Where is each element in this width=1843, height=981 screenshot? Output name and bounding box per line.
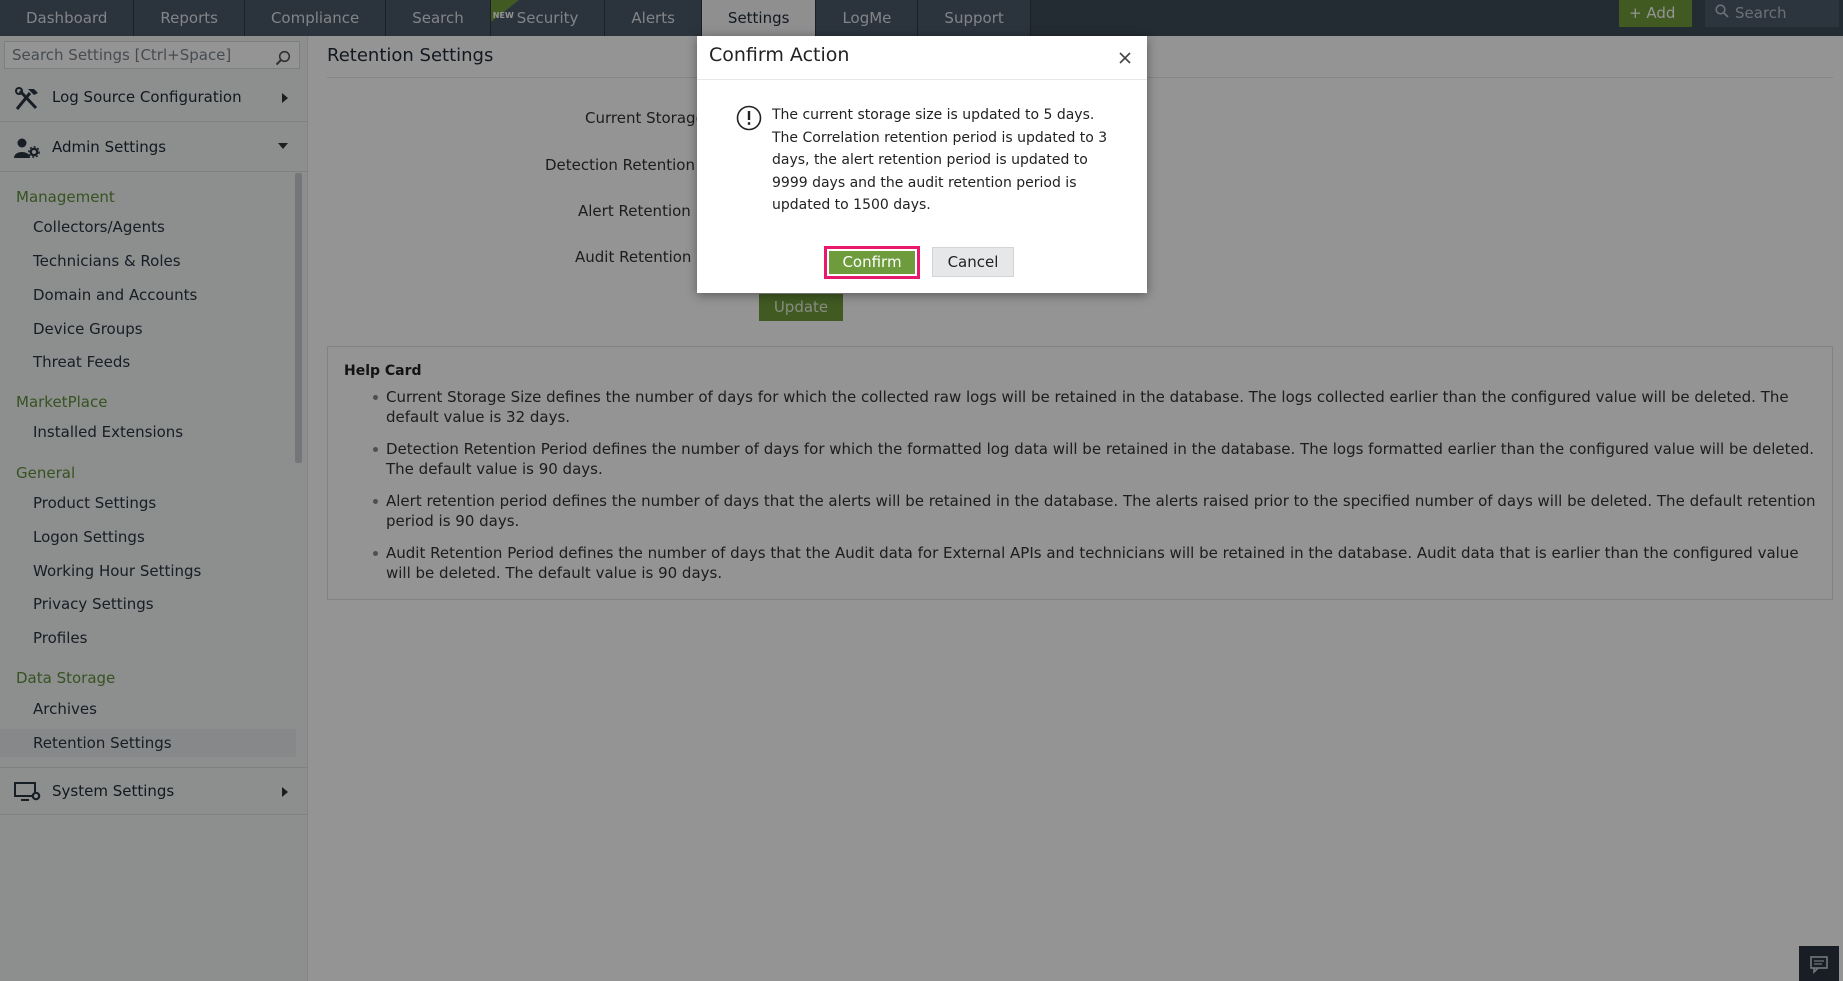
dialog-divider [697,79,1147,80]
confirm-action-dialog: Confirm Action The current storage size … [697,36,1147,293]
dialog-message: The current storage size is updated to 5… [772,107,1108,213]
cancel-button[interactable]: Cancel [932,247,1014,277]
cancel-button-label: Cancel [947,253,999,271]
close-icon[interactable] [1116,49,1134,67]
confirm-button[interactable]: Confirm [824,246,920,279]
dialog-title: Confirm Action [709,44,850,66]
warning-icon [736,105,762,135]
confirm-button-label: Confirm [842,253,902,271]
